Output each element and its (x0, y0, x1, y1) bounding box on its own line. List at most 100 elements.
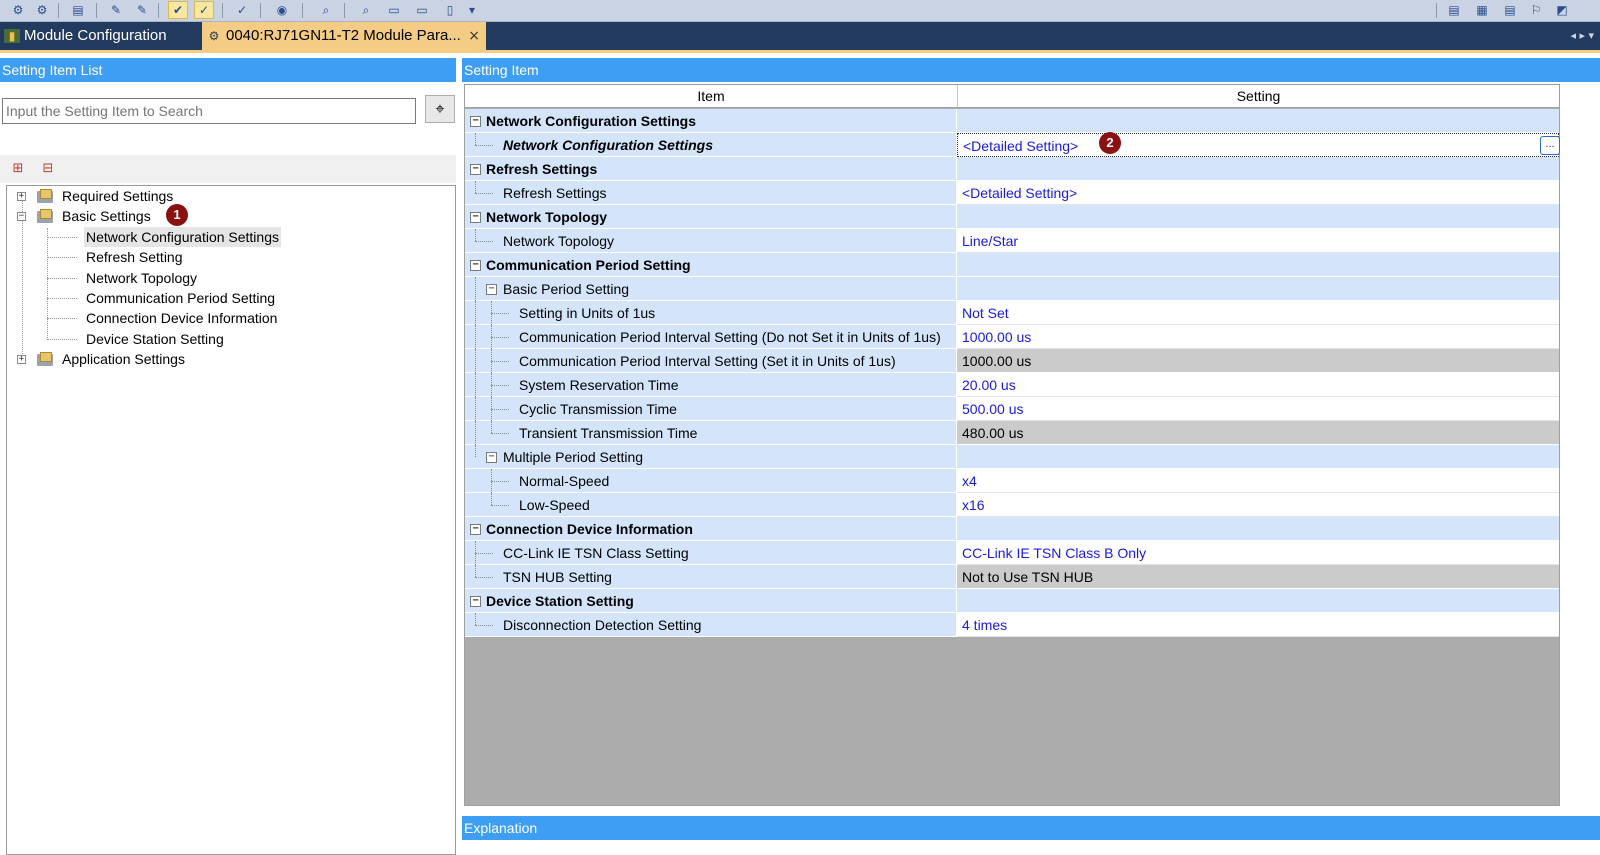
grid-row-category[interactable]: − Refresh Settings (465, 157, 1559, 181)
grid-row[interactable]: Network Topology Line/Star (465, 229, 1559, 253)
list-icon[interactable]: ▤ (68, 1, 88, 19)
tree-item-device-station-setting[interactable]: Device Station Setting (86, 329, 224, 349)
setting-cell[interactable]: 4 times (957, 613, 1559, 637)
item-cell: Transient Transmission Time (465, 421, 957, 445)
tree-guide-line (475, 133, 476, 145)
grid-row[interactable]: Cyclic Transmission Time 500.00 us (465, 397, 1559, 421)
check-icon[interactable]: ✔ (168, 1, 188, 19)
tree-item-refresh-setting[interactable]: Refresh Setting (86, 247, 183, 267)
tree-branch-line (475, 241, 493, 242)
print-icon[interactable]: ▭ (412, 1, 432, 19)
item-cell: − Network Topology (465, 205, 957, 229)
collapse-icon[interactable]: − (470, 524, 481, 535)
grid-row-subcategory[interactable]: − Basic Period Setting (465, 277, 1559, 301)
setting-search-input[interactable] (2, 98, 416, 124)
setting-cell[interactable]: Not Set (957, 301, 1559, 325)
toolbar-separator (96, 3, 97, 18)
tree-item-basic-settings[interactable]: − Basic Settings (7, 206, 307, 226)
tab-module-configuration[interactable]: ▮ Module Configuration (0, 22, 200, 50)
setting-cell-readonly: 1000.00 us (957, 349, 1559, 373)
grid-row[interactable]: Network Configuration Settings <Detailed… (465, 133, 1560, 157)
collapse-icon[interactable]: − (17, 212, 26, 221)
grid-row[interactable]: Setting in Units of 1us Not Set (465, 301, 1559, 325)
grid-row[interactable]: Refresh Settings <Detailed Setting> (465, 181, 1559, 205)
tree-item-connection-device-information[interactable]: Connection Device Information (86, 308, 277, 328)
grid-row[interactable]: Disconnection Detection Setting 4 times (465, 613, 1559, 637)
binoculars-icon[interactable]: ⌖ (425, 95, 455, 123)
collapse-icon[interactable]: − (486, 452, 497, 463)
setting-cell[interactable]: x4 (957, 469, 1559, 493)
module-view-icon[interactable]: ⚙ (32, 1, 52, 19)
ellipsis-button[interactable]: ... (1540, 136, 1560, 155)
item-cell: Normal-Speed (465, 469, 957, 493)
zoom-icon[interactable]: ▭ (384, 1, 404, 19)
tree-item-communication-period-setting[interactable]: Communication Period Setting (86, 288, 275, 308)
setting-cell[interactable]: 20.00 us (957, 373, 1559, 397)
tree-branch-line (491, 385, 509, 386)
item-label: Basic Period Setting (503, 281, 630, 297)
grid-row[interactable]: System Reservation Time 20.00 us (465, 373, 1559, 397)
setting-cell-detailed[interactable]: <Detailed Setting> ... (957, 133, 1560, 157)
grid-row[interactable]: Low-Speed x16 (465, 493, 1559, 517)
grid-row-category[interactable]: − Communication Period Setting (465, 253, 1559, 277)
tree-item-required-settings[interactable]: + Required Settings (7, 186, 307, 206)
tile-icon[interactable]: ◩ (1552, 1, 1572, 19)
collapse-icon[interactable]: − (470, 596, 481, 607)
find-icon[interactable]: ⌕ (356, 1, 376, 19)
setting-cell[interactable]: 500.00 us (957, 397, 1559, 421)
check-alt-icon[interactable]: ✓ (194, 1, 214, 19)
collapse-icon[interactable]: − (486, 284, 497, 295)
search-icon[interactable]: ⌕ (316, 1, 336, 19)
setting-cell-readonly: Not to Use TSN HUB (957, 565, 1559, 589)
setting-cell[interactable]: CC-Link IE TSN Class B Only (957, 541, 1559, 565)
layout-icon[interactable]: ▤ (1444, 1, 1464, 19)
tree-guide-line (475, 181, 476, 193)
item-cell: Cyclic Transmission Time (465, 397, 957, 421)
item-label: Low-Speed (519, 497, 590, 513)
expand-icon[interactable]: + (17, 192, 26, 201)
setting-cell[interactable]: <Detailed Setting> (957, 181, 1559, 205)
setting-cell[interactable]: Line/Star (957, 229, 1559, 253)
setting-cell (957, 205, 1559, 229)
arrange-icon[interactable]: ⚐ (1526, 1, 1546, 19)
edit-alt-icon[interactable]: ✎ (132, 1, 152, 19)
collapse-all-icon[interactable]: ⊟ (38, 160, 58, 178)
collapse-icon[interactable]: − (470, 116, 481, 127)
column-header-item: Item (465, 85, 958, 108)
grid-row-category[interactable]: − Network Topology (465, 205, 1559, 229)
grid-row-category[interactable]: − Network Configuration Settings (465, 109, 1559, 133)
export-icon[interactable]: ▾ (462, 1, 482, 19)
grid-row-category[interactable]: − Connection Device Information (465, 517, 1559, 541)
tree-item-application-settings[interactable]: + Application Settings (7, 349, 307, 369)
tree-branch-line (475, 625, 493, 626)
window-icon[interactable]: ▦ (1472, 1, 1492, 19)
tree-item-network-configuration-settings[interactable]: Network Configuration Settings (84, 227, 281, 247)
grid-row[interactable]: Normal-Speed x4 (465, 469, 1559, 493)
grid-row[interactable]: CC-Link IE TSN Class Setting CC-Link IE … (465, 541, 1559, 565)
scan-icon[interactable]: ▯ (440, 1, 460, 19)
grid-row-subcategory[interactable]: − Multiple Period Setting (465, 445, 1559, 469)
item-cell: CC-Link IE TSN Class Setting (465, 541, 957, 565)
setting-cell[interactable]: x16 (957, 493, 1559, 517)
tree-guide-line (475, 229, 476, 241)
watch-icon[interactable]: ◉ (272, 1, 292, 19)
collapse-icon[interactable]: − (470, 164, 481, 175)
expand-icon[interactable]: + (17, 355, 26, 364)
setting-cell[interactable]: 1000.00 us (957, 325, 1559, 349)
tree-guide-line (475, 373, 476, 397)
tab-navigation-arrows[interactable]: ◂ ▸ ▾ (1570, 22, 1594, 50)
grid-row[interactable]: Communication Period Interval Setting (D… (465, 325, 1559, 349)
grid-row-category[interactable]: − Device Station Setting (465, 589, 1559, 613)
collapse-icon[interactable]: − (470, 260, 481, 271)
module-configuration-icon: ▮ (4, 29, 20, 43)
tab-module-parameter[interactable]: ⚙ 0040:RJ71GN11-T2 Module Para... × (202, 22, 486, 50)
collapse-icon[interactable]: − (470, 212, 481, 223)
tree-branch-line (491, 505, 509, 506)
module-icon[interactable]: ⚙ (8, 1, 28, 19)
expand-all-icon[interactable]: ⊞ (8, 160, 28, 178)
close-icon[interactable]: × (468, 22, 480, 50)
grid-icon[interactable]: ▤ (1500, 1, 1520, 19)
tree-item-network-topology[interactable]: Network Topology (86, 268, 197, 288)
edit-icon[interactable]: ✎ (106, 1, 126, 19)
verify-icon[interactable]: ✓ (232, 1, 252, 19)
